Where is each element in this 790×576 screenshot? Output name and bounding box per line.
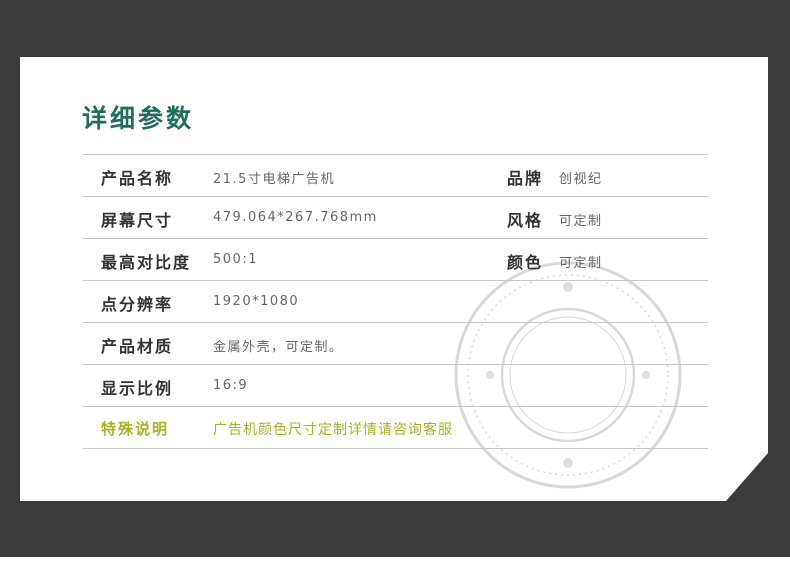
spec-label: 显示比例	[101, 379, 174, 398]
spec-value-style: 可定制	[559, 214, 603, 229]
spec-value: 广告机颜色尺寸定制详情请咨询客服	[213, 422, 453, 438]
spec-label: 屏幕尺寸	[101, 211, 174, 230]
spec-label: 最高对比度	[101, 253, 192, 272]
spec-row-contrast: 最高对比度 500:1 颜色 可定制	[83, 239, 708, 281]
spec-value: 21.5寸电梯广告机	[213, 172, 335, 187]
spec-label-color: 颜色	[507, 253, 544, 272]
spec-value: 1920*1080	[213, 294, 300, 309]
spec-row-aspect-ratio: 显示比例 16:9	[83, 365, 708, 407]
spec-value: 479.064*267.768mm	[213, 210, 378, 225]
spec-label: 点分辨率	[101, 295, 174, 314]
spec-label: 产品名称	[101, 169, 174, 188]
spec-value: 金属外壳，可定制。	[213, 340, 344, 355]
spec-table: 产品名称 21.5寸电梯广告机 品牌 创视纪 屏幕尺寸 479.064*267.…	[83, 154, 708, 449]
spec-row-product-name: 产品名称 21.5寸电梯广告机 品牌 创视纪	[83, 155, 708, 197]
spec-card: 详细参数 产品名称 21.5寸电梯广告机 品牌 创视纪 屏幕尺寸 479.064…	[20, 57, 768, 501]
spec-value-brand: 创视纪	[559, 172, 603, 187]
spec-label-style: 风格	[507, 211, 544, 230]
spec-label-brand: 品牌	[507, 169, 544, 188]
spec-row-screen-size: 屏幕尺寸 479.064*267.768mm 风格 可定制	[83, 197, 708, 239]
spec-row-material: 产品材质 金属外壳，可定制。	[83, 323, 708, 365]
spec-value-color: 可定制	[559, 256, 603, 271]
section-title: 详细参数	[82, 104, 195, 133]
spec-label: 特殊说明	[101, 420, 170, 438]
spec-label: 产品材质	[101, 337, 174, 356]
spec-value: 16:9	[213, 378, 249, 393]
spec-row-special-note: 特殊说明 广告机颜色尺寸定制详情请咨询客服	[83, 407, 708, 449]
spec-value: 500:1	[213, 252, 258, 267]
spec-row-resolution: 点分辨率 1920*1080	[83, 281, 708, 323]
